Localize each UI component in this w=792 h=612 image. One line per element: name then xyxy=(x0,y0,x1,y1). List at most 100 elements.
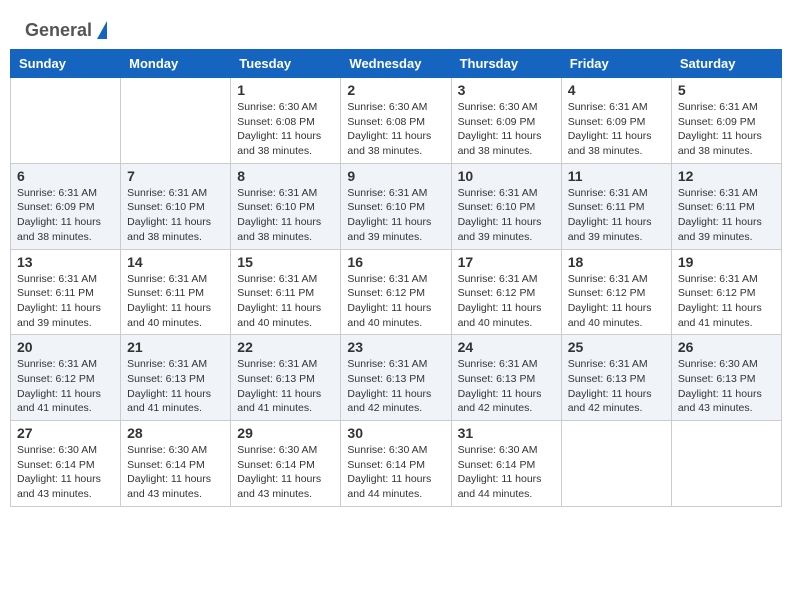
calendar-cell: 16Sunrise: 6:31 AMSunset: 6:12 PMDayligh… xyxy=(341,249,451,335)
day-info: Sunrise: 6:31 AMSunset: 6:12 PMDaylight:… xyxy=(568,272,665,331)
day-info: Sunrise: 6:30 AMSunset: 6:14 PMDaylight:… xyxy=(237,443,334,502)
day-number: 2 xyxy=(347,82,444,98)
day-header-thursday: Thursday xyxy=(451,50,561,78)
calendar-cell xyxy=(561,421,671,507)
page-header: General xyxy=(10,10,782,44)
day-info: Sunrise: 6:30 AMSunset: 6:14 PMDaylight:… xyxy=(347,443,444,502)
calendar-cell: 18 Sunrise: 6:31 AMSunset: 6:12 PMDayligh… xyxy=(561,249,671,335)
calendar-header-row: SundayMondayTuesdayWednesdayThursdayFrid… xyxy=(11,50,782,78)
calendar-week-row: 1 Sunrise: 6:30 AMSunset: 6:08 PMDaylight… xyxy=(11,78,782,164)
calendar-week-row: 20 Sunrise: 6:31 AMSunset: 6:12 PMDayligh… xyxy=(11,335,782,421)
calendar-cell: 28Sunrise: 6:30 AMSunset: 6:14 PMDayligh… xyxy=(121,421,231,507)
day-info: Sunrise: 6:31 AMSunset: 6:13 PMDaylight:… xyxy=(347,357,444,416)
day-info: Sunrise: 6:31 AMSunset: 6:12 PMDaylight:… xyxy=(347,272,444,331)
logo-triangle-icon xyxy=(97,21,107,39)
calendar-cell: 19Sunrise: 6:31 AMSunset: 6:12 PMDayligh… xyxy=(671,249,781,335)
day-number: 5 xyxy=(678,82,775,98)
calendar-week-row: 13 Sunrise: 6:31 AMSunset: 6:11 PMDayligh… xyxy=(11,249,782,335)
calendar-cell: 6 Sunrise: 6:31 AMSunset: 6:09 PMDaylight… xyxy=(11,163,121,249)
day-info: Sunrise: 6:31 AMSunset: 6:10 PMDaylight:… xyxy=(237,186,334,245)
calendar-cell: 23 Sunrise: 6:31 AMSunset: 6:13 PMDayligh… xyxy=(341,335,451,421)
calendar-body: 1 Sunrise: 6:30 AMSunset: 6:08 PMDaylight… xyxy=(11,78,782,507)
day-info: Sunrise: 6:31 AMSunset: 6:13 PMDaylight:… xyxy=(458,357,555,416)
day-number: 25 xyxy=(568,339,665,355)
day-info: Sunrise: 6:31 AMSunset: 6:09 PMDaylight:… xyxy=(17,186,114,245)
calendar-cell: 13 Sunrise: 6:31 AMSunset: 6:11 PMDayligh… xyxy=(11,249,121,335)
day-number: 18 xyxy=(568,254,665,270)
day-info: Sunrise: 6:31 AMSunset: 6:11 PMDaylight:… xyxy=(127,272,224,331)
day-info: Sunrise: 6:30 AMSunset: 6:13 PMDaylight:… xyxy=(678,357,775,416)
day-info: Sunrise: 6:31 AMSunset: 6:09 PMDaylight:… xyxy=(678,100,775,159)
day-info: Sunrise: 6:31 AMSunset: 6:13 PMDaylight:… xyxy=(568,357,665,416)
day-info: Sunrise: 6:30 AMSunset: 6:08 PMDaylight:… xyxy=(347,100,444,159)
calendar-cell: 3Sunrise: 6:30 AMSunset: 6:09 PMDaylight… xyxy=(451,78,561,164)
day-info: Sunrise: 6:31 AMSunset: 6:12 PMDaylight:… xyxy=(17,357,114,416)
calendar-cell: 26 Sunrise: 6:30 AMSunset: 6:13 PMDayligh… xyxy=(671,335,781,421)
day-header-sunday: Sunday xyxy=(11,50,121,78)
day-number: 30 xyxy=(347,425,444,441)
day-number: 28 xyxy=(127,425,224,441)
day-number: 24 xyxy=(458,339,555,355)
day-info: Sunrise: 6:30 AMSunset: 6:14 PMDaylight:… xyxy=(458,443,555,502)
day-number: 27 xyxy=(17,425,114,441)
day-info: Sunrise: 6:31 AMSunset: 6:13 PMDaylight:… xyxy=(237,357,334,416)
calendar-cell: 7Sunrise: 6:31 AMSunset: 6:10 PMDaylight… xyxy=(121,163,231,249)
day-number: 13 xyxy=(17,254,114,270)
calendar-table: SundayMondayTuesdayWednesdayThursdayFrid… xyxy=(10,49,782,507)
day-header-monday: Monday xyxy=(121,50,231,78)
day-info: Sunrise: 6:31 AMSunset: 6:11 PMDaylight:… xyxy=(237,272,334,331)
day-number: 23 xyxy=(347,339,444,355)
day-number: 9 xyxy=(347,168,444,184)
calendar-cell: 25 Sunrise: 6:31 AMSunset: 6:13 PMDayligh… xyxy=(561,335,671,421)
calendar-week-row: 27 Sunrise: 6:30 AMSunset: 6:14 PMDayligh… xyxy=(11,421,782,507)
calendar-cell: 20 Sunrise: 6:31 AMSunset: 6:12 PMDayligh… xyxy=(11,335,121,421)
day-info: Sunrise: 6:31 AMSunset: 6:10 PMDaylight:… xyxy=(458,186,555,245)
day-number: 10 xyxy=(458,168,555,184)
day-info: Sunrise: 6:31 AMSunset: 6:11 PMDaylight:… xyxy=(678,186,775,245)
day-number: 15 xyxy=(237,254,334,270)
calendar-cell: 10 Sunrise: 6:31 AMSunset: 6:10 PMDayligh… xyxy=(451,163,561,249)
calendar-cell xyxy=(671,421,781,507)
day-number: 1 xyxy=(237,82,334,98)
day-info: Sunrise: 6:30 AMSunset: 6:08 PMDaylight:… xyxy=(237,100,334,159)
calendar-cell: 9 Sunrise: 6:31 AMSunset: 6:10 PMDaylight… xyxy=(341,163,451,249)
calendar-cell: 29 Sunrise: 6:30 AMSunset: 6:14 PMDayligh… xyxy=(231,421,341,507)
day-number: 29 xyxy=(237,425,334,441)
day-number: 26 xyxy=(678,339,775,355)
logo-general-text: General xyxy=(25,20,92,41)
day-number: 11 xyxy=(568,168,665,184)
day-header-saturday: Saturday xyxy=(671,50,781,78)
calendar-cell: 27 Sunrise: 6:30 AMSunset: 6:14 PMDayligh… xyxy=(11,421,121,507)
calendar-cell: 2 Sunrise: 6:30 AMSunset: 6:08 PMDaylight… xyxy=(341,78,451,164)
day-info: Sunrise: 6:31 AMSunset: 6:11 PMDaylight:… xyxy=(568,186,665,245)
day-number: 12 xyxy=(678,168,775,184)
day-info: Sunrise: 6:30 AMSunset: 6:14 PMDaylight:… xyxy=(17,443,114,502)
day-number: 20 xyxy=(17,339,114,355)
calendar-cell: 11 Sunrise: 6:31 AMSunset: 6:11 PMDayligh… xyxy=(561,163,671,249)
day-info: Sunrise: 6:31 AMSunset: 6:10 PMDaylight:… xyxy=(347,186,444,245)
calendar-cell xyxy=(11,78,121,164)
day-number: 22 xyxy=(237,339,334,355)
day-info: Sunrise: 6:31 AMSunset: 6:13 PMDaylight:… xyxy=(127,357,224,416)
day-header-tuesday: Tuesday xyxy=(231,50,341,78)
day-info: Sunrise: 6:31 AMSunset: 6:11 PMDaylight:… xyxy=(17,272,114,331)
day-number: 17 xyxy=(458,254,555,270)
logo: General xyxy=(25,20,107,39)
day-number: 31 xyxy=(458,425,555,441)
calendar-cell: 15 Sunrise: 6:31 AMSunset: 6:11 PMDayligh… xyxy=(231,249,341,335)
calendar-cell: 5 Sunrise: 6:31 AMSunset: 6:09 PMDaylight… xyxy=(671,78,781,164)
day-number: 19 xyxy=(678,254,775,270)
calendar-cell: 4Sunrise: 6:31 AMSunset: 6:09 PMDaylight… xyxy=(561,78,671,164)
calendar-cell xyxy=(121,78,231,164)
day-info: Sunrise: 6:31 AMSunset: 6:09 PMDaylight:… xyxy=(568,100,665,159)
day-info: Sunrise: 6:31 AMSunset: 6:10 PMDaylight:… xyxy=(127,186,224,245)
day-number: 6 xyxy=(17,168,114,184)
calendar-cell: 17Sunrise: 6:31 AMSunset: 6:12 PMDayligh… xyxy=(451,249,561,335)
day-number: 3 xyxy=(458,82,555,98)
calendar-week-row: 6 Sunrise: 6:31 AMSunset: 6:09 PMDaylight… xyxy=(11,163,782,249)
day-number: 8 xyxy=(237,168,334,184)
calendar-cell: 22 Sunrise: 6:31 AMSunset: 6:13 PMDayligh… xyxy=(231,335,341,421)
day-header-wednesday: Wednesday xyxy=(341,50,451,78)
day-number: 21 xyxy=(127,339,224,355)
calendar-cell: 24 Sunrise: 6:31 AMSunset: 6:13 PMDayligh… xyxy=(451,335,561,421)
